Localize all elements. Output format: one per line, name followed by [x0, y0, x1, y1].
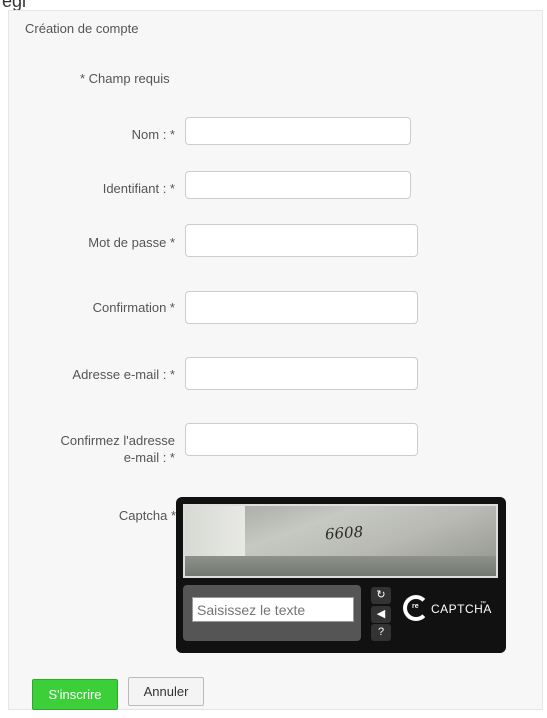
password-input[interactable]	[185, 224, 418, 257]
captcha-image: 6608	[183, 504, 498, 578]
password-confirm-label: Confirmation *	[92, 300, 175, 315]
required-note: * Champ requis	[80, 71, 170, 86]
email-input[interactable]	[185, 357, 418, 390]
password-confirm-input[interactable]	[185, 291, 418, 324]
captcha-input[interactable]	[192, 597, 354, 622]
help-icon[interactable]: ?	[371, 624, 391, 641]
cancel-button[interactable]: Annuler	[128, 677, 204, 706]
audio-icon[interactable]: ◀	[371, 606, 391, 623]
identifiant-input[interactable]	[185, 171, 411, 199]
page-title: Création de compte	[25, 21, 139, 36]
nom-input[interactable]	[185, 117, 411, 145]
nom-label: Nom : *	[131, 127, 175, 142]
captcha-label: Captcha *	[118, 508, 176, 523]
email-confirm-label: Confirmez l'adresse e-mail : *	[15, 432, 175, 466]
identifiant-label: Identifiant : *	[102, 181, 175, 196]
email-confirm-label-line1: Confirmez l'adresse	[60, 433, 175, 448]
refresh-icon[interactable]: ↻	[371, 587, 391, 604]
captcha-image-text: 6608	[324, 522, 364, 544]
email-confirm-input[interactable]	[185, 423, 418, 456]
recaptcha-logo-prefix: re	[412, 603, 419, 610]
email-confirm-label-line2: e-mail : *	[123, 450, 175, 465]
password-label: Mot de passe *	[88, 235, 175, 250]
captcha-image-band	[185, 556, 496, 576]
recaptcha-logo-tm: ™	[480, 601, 486, 607]
submit-button[interactable]: S'inscrire	[32, 679, 118, 710]
email-label: Adresse e-mail : *	[72, 367, 175, 382]
